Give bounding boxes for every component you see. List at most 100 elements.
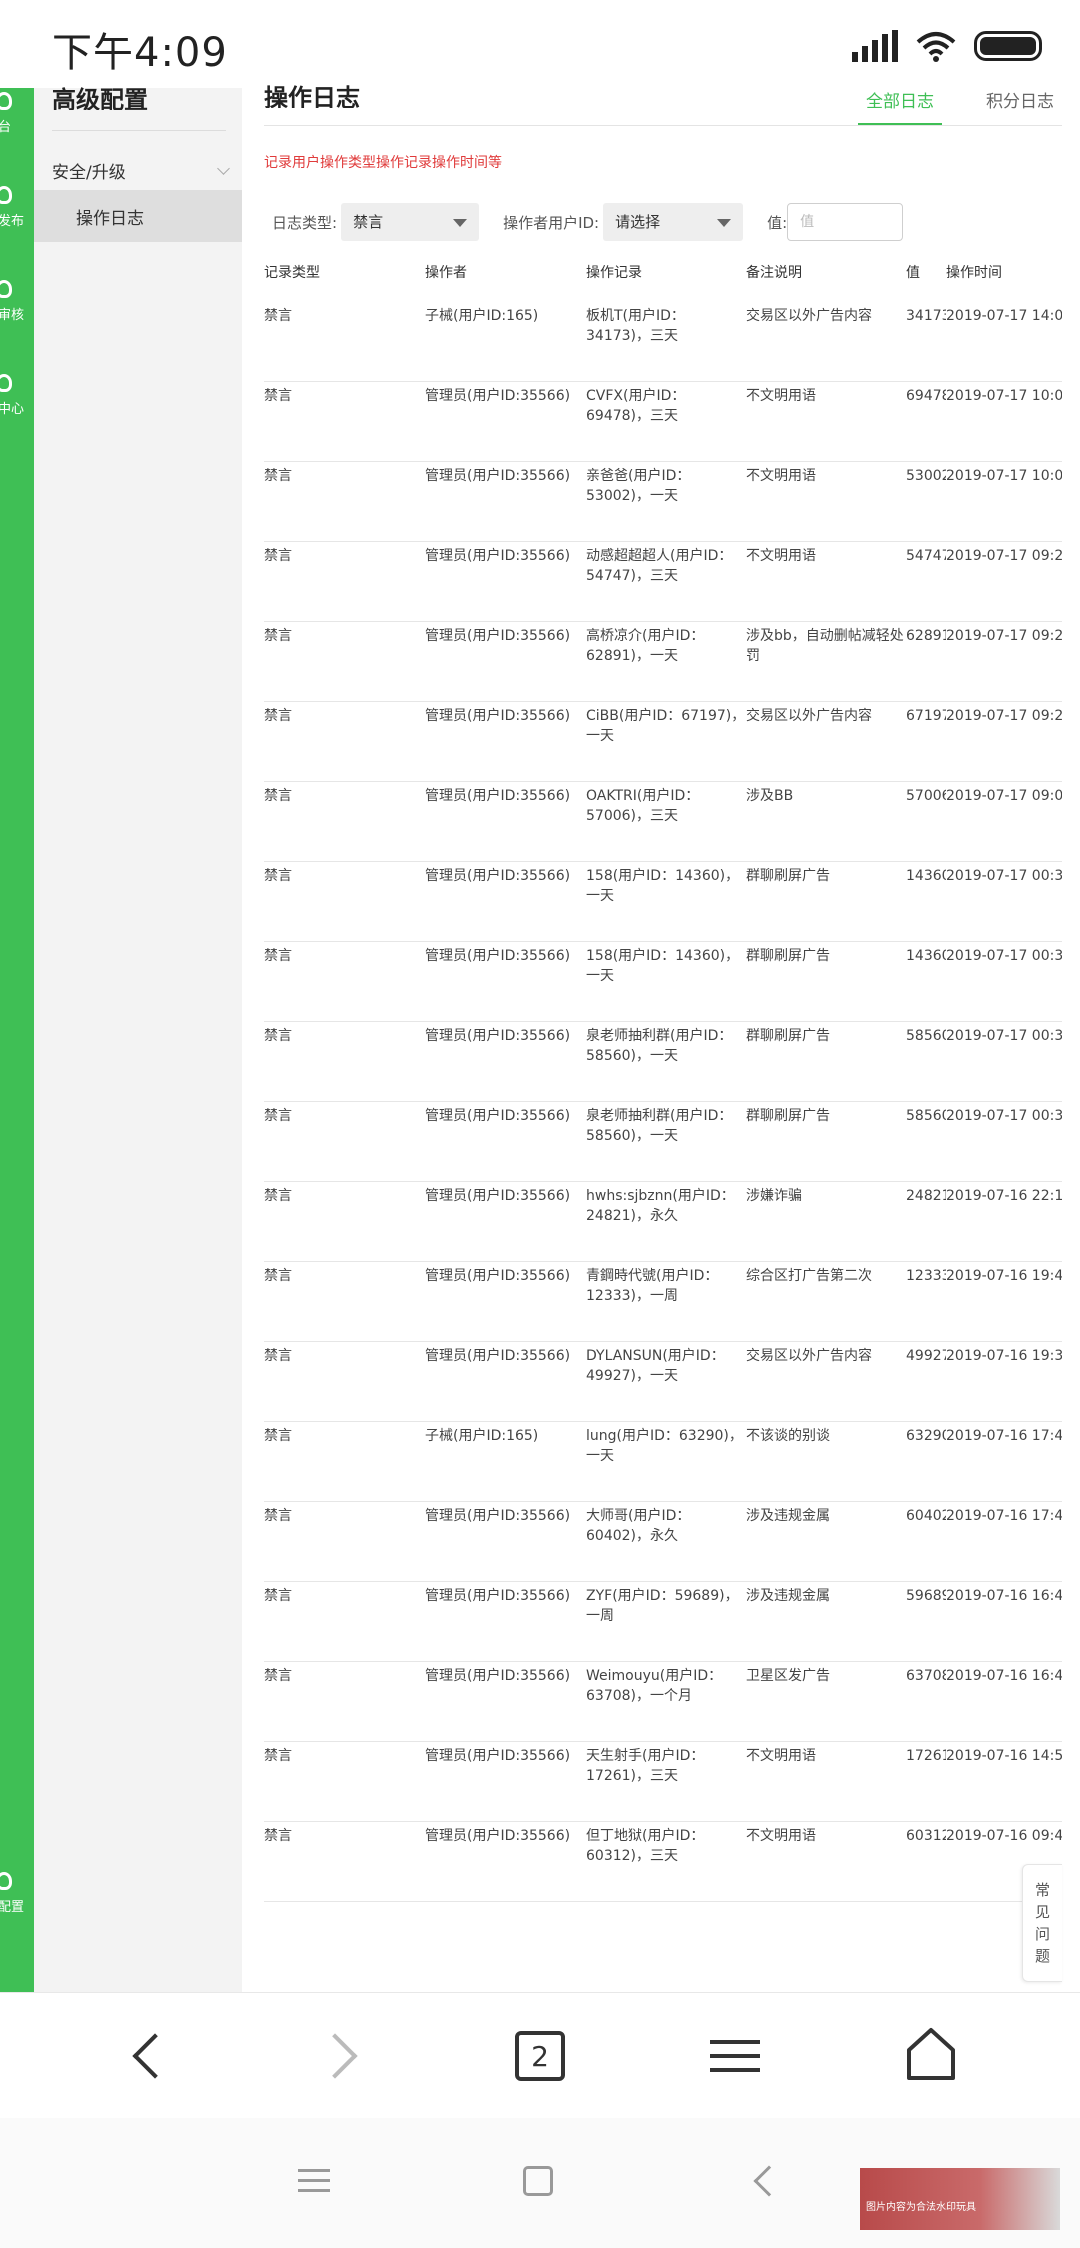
table-cell: 管理员(用户ID:35566) (425, 868, 571, 884)
log-type-select[interactable]: 禁言 (341, 203, 480, 241)
table-cell: ZYF(用户ID：59689)，一周 (586, 1588, 739, 1624)
value-input[interactable] (787, 203, 904, 241)
table-cell: 2019-07-17 09:24 (946, 548, 1062, 564)
table-cell: 泉老师抽利群(用户ID：58560)，一天 (586, 1108, 733, 1144)
column-header: 操作时间 (946, 265, 1002, 281)
tabs-button[interactable]: 2 (505, 2021, 575, 2091)
table-cell: 不该谈的别谈 (746, 1428, 830, 1444)
back-arrow-icon[interactable] (753, 2165, 785, 2197)
table-row: 禁言 子械(用户ID:165) 板机T(用户ID：34173)，三天 交易区以外广告内… (264, 302, 1062, 382)
table-cell: 2019-07-17 14:02 (946, 308, 1062, 324)
subnav-group-security[interactable]: 安全/升级 (52, 150, 230, 190)
table-row: 禁言 管理员(用户ID:35566) OAKTRI(用户ID：57006)，三天 涉及… (264, 782, 1062, 862)
table-cell: 34173 (906, 308, 946, 324)
table-cell: 管理员(用户ID:35566) (425, 1268, 571, 1284)
table-cell: 63290 (906, 1428, 946, 1444)
table-cell: 53002 (906, 468, 946, 484)
table-cell: 禁言 (264, 548, 292, 564)
table-cell: 63708 (906, 1668, 946, 1684)
table-cell: 禁言 (264, 868, 292, 884)
faq-label: 常见问题 (1034, 1881, 1050, 1965)
table-cell: 禁言 (264, 1828, 292, 1844)
table-cell: 不文明用语 (746, 1828, 816, 1844)
subnav-group-label: 安全/升级 (52, 162, 126, 183)
table-cell: 管理员(用户ID:35566) (425, 1108, 571, 1124)
table-cell: 泉老师抽利群(用户ID：58560)，一天 (586, 1028, 733, 1064)
table-cell: CiBB(用户ID：67197)，一天 (586, 708, 746, 744)
table-cell: 综合区打广告第二次 (746, 1268, 872, 1284)
table-cell: 禁言 (264, 1268, 292, 1284)
table-cell: 2019-07-16 19:36 (946, 1348, 1062, 1364)
table-cell: 禁言 (264, 308, 292, 324)
home-button[interactable] (896, 2021, 966, 2091)
table-cell: 群聊刷屏广告 (746, 1028, 830, 1044)
table-row: 禁言 管理员(用户ID:35566) 天生射手(用户ID：17261)，三天 不文明用… (264, 1742, 1062, 1822)
operator-label: 操作者用户ID: (503, 213, 600, 232)
chevron-left-icon (132, 2033, 178, 2079)
log-type-value: 禁言 (353, 213, 384, 231)
primary-sidebar: 台 发布 审核 中心 配置 (0, 88, 34, 1992)
back-button[interactable] (112, 2021, 182, 2091)
forward-button[interactable] (308, 2021, 378, 2091)
table-cell: 管理员(用户ID:35566) (425, 948, 571, 964)
battery-icon (974, 31, 1042, 61)
table-row: 禁言 管理员(用户ID:35566) CiBB(用户ID：67197)，一天 交易区以… (264, 702, 1062, 782)
subnav-heading: 高级配置 (52, 86, 148, 110)
rail-item-settings[interactable]: 配置 (0, 1872, 34, 1915)
watermark-text: 图片内容为合法水印玩具 (866, 2202, 976, 2213)
table-cell: 62891 (906, 628, 946, 644)
table-cell: 管理员(用户ID:35566) (425, 788, 571, 804)
operator-select[interactable]: 请选择 (603, 203, 744, 241)
table-cell: 涉及BB (746, 788, 794, 804)
table-cell: 涉嫌诈骗 (746, 1188, 802, 1204)
table-cell: 2019-07-17 09:20 (946, 708, 1062, 724)
watermark-logo: 图片内容为合法水印玩具 (860, 2168, 1060, 2230)
table-cell: 60402 (906, 1508, 946, 1524)
table-cell: 禁言 (264, 788, 292, 804)
rail-item-label: 审核 (0, 308, 25, 323)
table-cell: 69478 (906, 388, 946, 404)
table-cell: 2019-07-17 00:32 (946, 1108, 1062, 1124)
page-hint: 记录用户操作类型操作记录操作时间等 (264, 155, 502, 171)
table-cell: 2019-07-16 17:45 (946, 1508, 1062, 1524)
table-cell: 禁言 (264, 388, 292, 404)
table-cell: 管理员(用户ID:35566) (425, 468, 571, 484)
faq-button[interactable]: 常见问题 (1022, 1864, 1062, 1982)
log-tabs: 全部日志 积分日志 (858, 88, 1062, 126)
table-cell: 158(用户ID：14360)，一天 (586, 948, 740, 984)
settings-icon (0, 1872, 12, 1890)
log-type-label: 日志类型: (272, 213, 338, 232)
table-cell: OAKTRI(用户ID：57006)，三天 (586, 788, 700, 824)
table-cell: 不文明用语 (746, 1748, 816, 1764)
table-cell: 2019-07-17 00:33 (946, 948, 1062, 964)
dashboard-icon (0, 92, 12, 110)
table-cell: 禁言 (264, 1508, 292, 1524)
recent-apps-icon[interactable] (298, 2162, 330, 2199)
rail-item-review[interactable]: 审核 (0, 280, 34, 323)
table-cell: 禁言 (264, 948, 292, 964)
chevron-right-icon (312, 2033, 358, 2079)
table-row: 禁言 管理员(用户ID:35566) ZYF(用户ID：59689)，一周 涉及违规金… (264, 1582, 1062, 1662)
table-cell: 交易区以外广告内容 (746, 308, 872, 324)
home-square-icon[interactable] (523, 2166, 553, 2196)
table-cell: 54747 (906, 548, 946, 564)
table-body: 禁言 子械(用户ID:165) 板机T(用户ID：34173)，三天 交易区以外广告内… (264, 302, 1062, 1902)
subnav-item-operation-log[interactable]: 操作日志 (34, 190, 242, 242)
table-cell: 2019-07-17 09:22 (946, 628, 1062, 644)
column-header: 值 (906, 265, 920, 281)
secondary-sidebar: 高级配置 安全/升级 操作日志 (34, 86, 242, 1992)
rail-item-center[interactable]: 中心 (0, 374, 34, 417)
table-cell: 禁言 (264, 1028, 292, 1044)
table-cell: 24821 (906, 1188, 946, 1204)
menu-button[interactable] (700, 2021, 770, 2091)
column-header: 操作者 (425, 265, 467, 281)
rail-item-dashboard[interactable]: 台 (0, 92, 34, 135)
tab-points-logs[interactable]: 积分日志 (978, 88, 1062, 126)
table-row: 禁言 管理员(用户ID:35566) 动感超超超人(用户ID：54747)，三天 不文… (264, 542, 1062, 622)
log-table: 记录类型 操作者 操作记录 备注说明 值 操作时间 禁言 子械(用户ID:165)… (264, 264, 1062, 1902)
status-icons (852, 26, 1042, 66)
tab-all-logs[interactable]: 全部日志 (858, 88, 942, 126)
table-cell: 管理员(用户ID:35566) (425, 628, 571, 644)
signal-icon (852, 30, 898, 62)
rail-item-publish[interactable]: 发布 (0, 186, 34, 229)
